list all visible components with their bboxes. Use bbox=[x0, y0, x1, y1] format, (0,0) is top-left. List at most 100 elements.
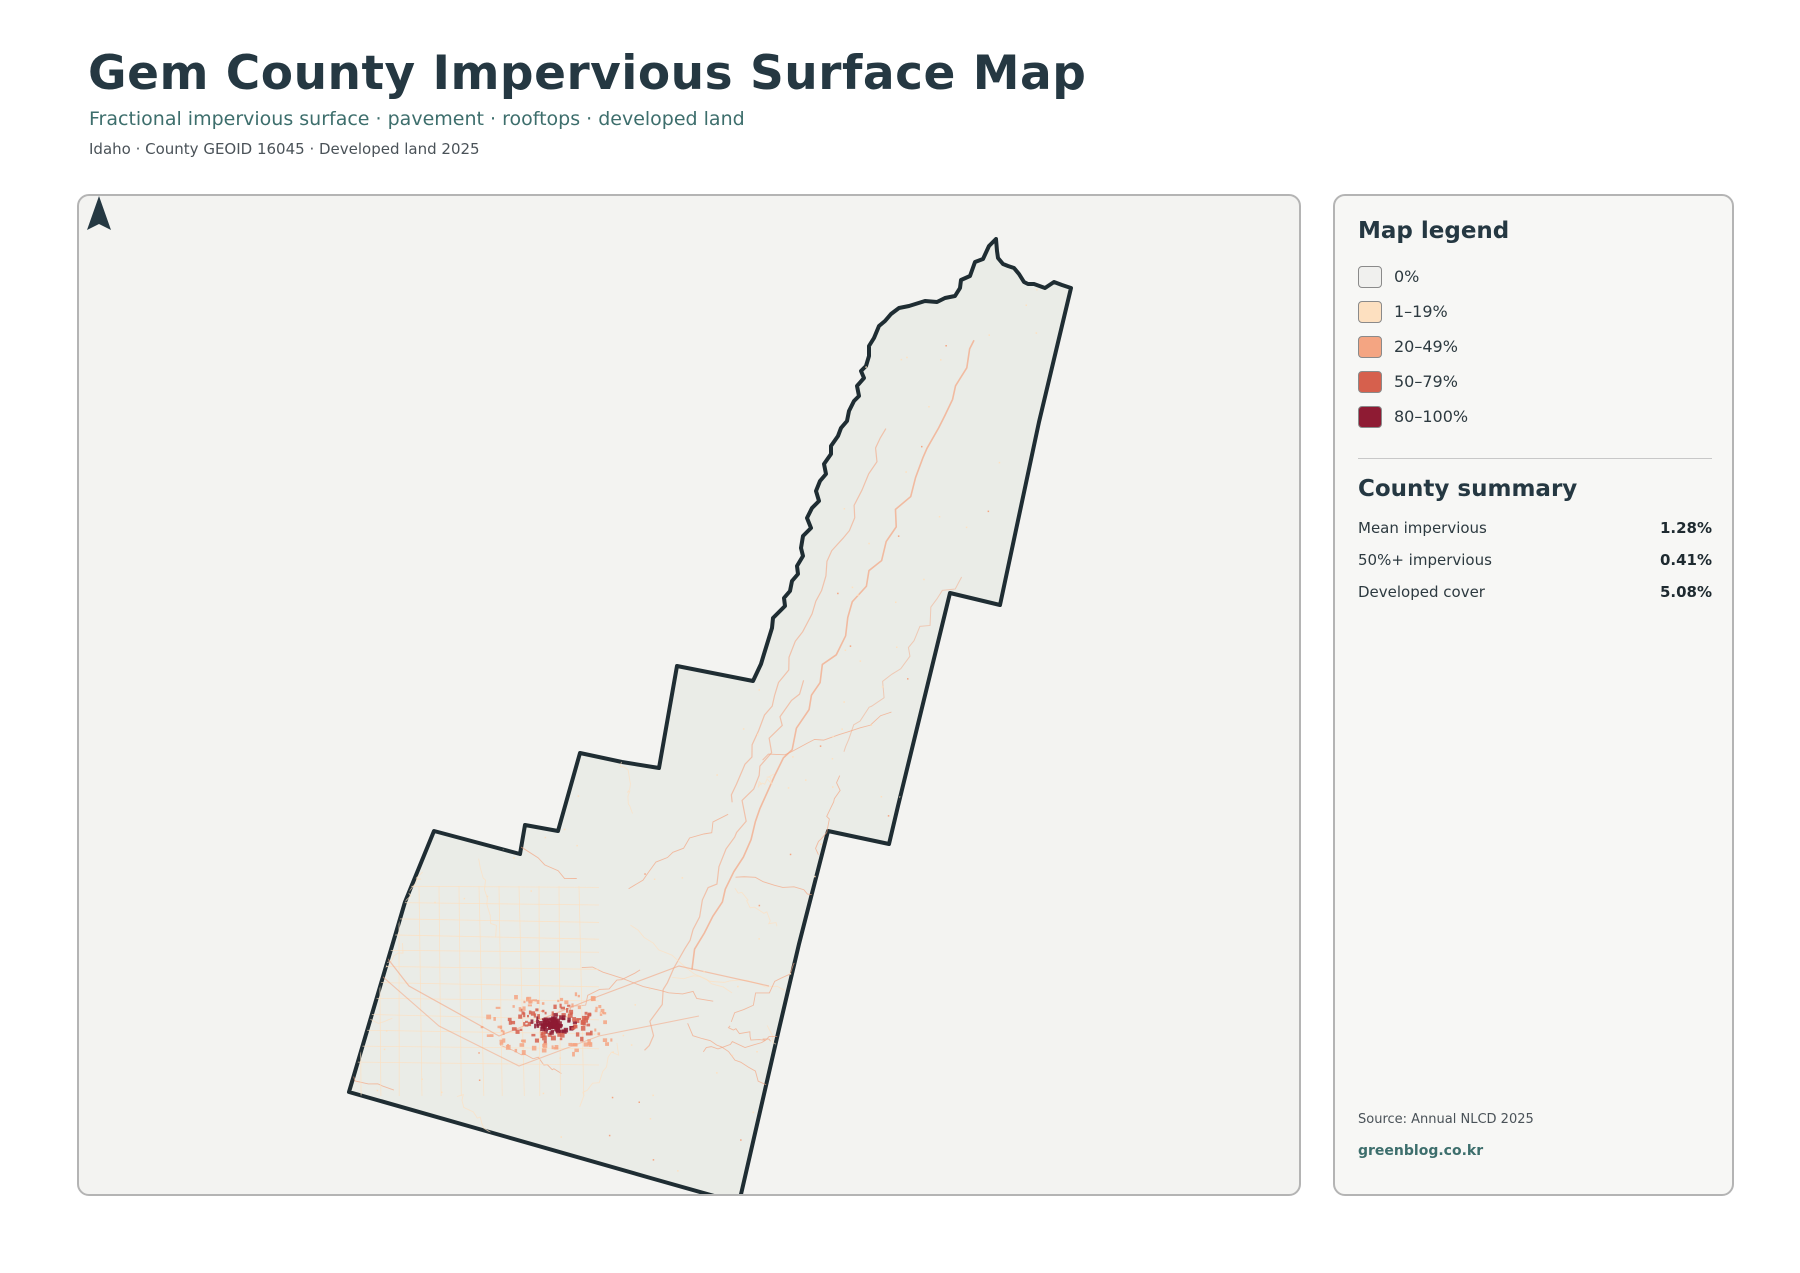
developed-pixel bbox=[923, 578, 925, 581]
developed-pixel bbox=[514, 1048, 518, 1053]
developed-pixel bbox=[556, 1024, 561, 1028]
developed-pixel bbox=[886, 1166, 888, 1169]
developed-pixel bbox=[814, 388, 816, 391]
developed-pixel bbox=[531, 1045, 537, 1051]
developed-pixel bbox=[806, 1130, 808, 1133]
developed-pixel bbox=[572, 1051, 575, 1057]
page-meta: Idaho · County GEOID 16045 · Developed l… bbox=[89, 140, 480, 158]
developed-pixel bbox=[716, 774, 718, 776]
developed-pixel bbox=[519, 1043, 525, 1047]
developed-pixel bbox=[502, 784, 504, 786]
summary-title: County summary bbox=[1358, 476, 1578, 502]
developed-pixel bbox=[568, 1013, 573, 1018]
developed-pixel bbox=[831, 398, 833, 401]
developed-pixel bbox=[716, 1072, 718, 1074]
developed-pixel bbox=[724, 545, 727, 547]
developed-pixel bbox=[544, 1011, 547, 1015]
developed-pixel bbox=[827, 888, 829, 891]
developed-pixel bbox=[831, 758, 834, 760]
developed-pixel bbox=[622, 462, 624, 464]
developed-pixel bbox=[563, 1027, 569, 1033]
developed-pixel bbox=[961, 818, 964, 820]
developed-pixel bbox=[519, 1028, 523, 1031]
developed-pixel bbox=[576, 844, 578, 847]
developed-pixel bbox=[887, 815, 890, 817]
developed-pixel bbox=[630, 1044, 633, 1046]
developed-pixel bbox=[527, 1014, 529, 1018]
developed-pixel bbox=[859, 1012, 862, 1015]
developed-pixel bbox=[1052, 781, 1055, 783]
developed-pixel bbox=[1005, 633, 1007, 635]
developed-pixel bbox=[560, 1006, 565, 1010]
county-map bbox=[347, 237, 1073, 1194]
developed-pixel bbox=[1054, 840, 1056, 842]
developed-pixel bbox=[608, 1134, 611, 1137]
developed-pixel bbox=[740, 1139, 742, 1141]
developed-pixel bbox=[553, 1046, 559, 1050]
developed-pixel bbox=[478, 1079, 481, 1081]
map-panel[interactable]: N bbox=[77, 194, 1301, 1196]
developed-pixel bbox=[881, 686, 884, 688]
developed-pixel bbox=[605, 1042, 609, 1046]
developed-pixel bbox=[441, 1091, 443, 1094]
developed-pixel bbox=[938, 768, 941, 771]
developed-pixel bbox=[597, 426, 599, 428]
developed-pixel bbox=[611, 1096, 614, 1099]
stat-50-plus-impervious: 50%+ impervious 0.41% bbox=[1358, 551, 1712, 571]
developed-pixel bbox=[383, 1048, 386, 1051]
map-canvas[interactable] bbox=[79, 196, 1301, 1196]
developed-pixel bbox=[536, 1019, 540, 1023]
developed-pixel bbox=[702, 489, 704, 492]
developed-pixel bbox=[996, 1187, 998, 1190]
developed-pixel bbox=[815, 898, 817, 900]
developed-pixel bbox=[363, 1113, 365, 1116]
developed-pixel bbox=[914, 1177, 916, 1179]
developed-pixel bbox=[600, 1012, 602, 1014]
developed-pixel bbox=[934, 717, 937, 719]
developed-pixel bbox=[742, 528, 744, 530]
developed-pixel bbox=[621, 510, 623, 512]
legend-label: 0% bbox=[1394, 267, 1420, 286]
developed-pixel bbox=[359, 949, 361, 951]
developed-pixel bbox=[630, 720, 633, 722]
stat-label: 50%+ impervious bbox=[1358, 551, 1492, 569]
developed-pixel bbox=[611, 368, 613, 370]
developed-pixel bbox=[731, 1054, 734, 1057]
road-trace bbox=[851, 915, 889, 993]
developed-pixel bbox=[700, 284, 703, 286]
developed-pixel bbox=[495, 1006, 501, 1009]
stat-value: 1.28% bbox=[1659, 519, 1712, 537]
developed-pixel bbox=[594, 1028, 597, 1032]
developed-pixel bbox=[563, 828, 566, 831]
developed-pixel bbox=[652, 1094, 654, 1097]
developed-pixel bbox=[474, 632, 476, 634]
developed-pixel bbox=[571, 1003, 574, 1008]
developed-pixel bbox=[502, 631, 504, 633]
developed-pixel bbox=[891, 292, 894, 294]
developed-pixel bbox=[445, 703, 448, 705]
developed-pixel bbox=[542, 1033, 546, 1038]
developed-pixel bbox=[413, 1191, 415, 1193]
developed-pixel bbox=[438, 441, 441, 443]
developed-pixel bbox=[832, 410, 834, 412]
north-arrow-icon bbox=[87, 196, 111, 230]
site-link[interactable]: greenblog.co.kr bbox=[1358, 1143, 1483, 1159]
developed-pixel bbox=[721, 362, 723, 365]
developed-pixel bbox=[580, 1036, 584, 1042]
developed-pixel bbox=[945, 659, 947, 661]
developed-pixel bbox=[577, 994, 580, 998]
developed-pixel bbox=[590, 400, 592, 402]
developed-pixel bbox=[921, 853, 923, 856]
developed-pixel bbox=[540, 1010, 543, 1012]
developed-pixel bbox=[580, 1025, 586, 1031]
stat-label: Mean impervious bbox=[1358, 519, 1487, 537]
developed-pixel bbox=[424, 754, 427, 756]
developed-pixel bbox=[622, 1034, 625, 1037]
legend-label: 50–79% bbox=[1394, 372, 1458, 391]
developed-pixel bbox=[1019, 962, 1021, 964]
page-title: Gem County Impervious Surface Map bbox=[88, 46, 1087, 101]
developed-pixel bbox=[880, 796, 883, 798]
developed-pixel bbox=[915, 794, 917, 797]
developed-pixel bbox=[1044, 917, 1046, 919]
developed-pixel bbox=[502, 1030, 505, 1035]
